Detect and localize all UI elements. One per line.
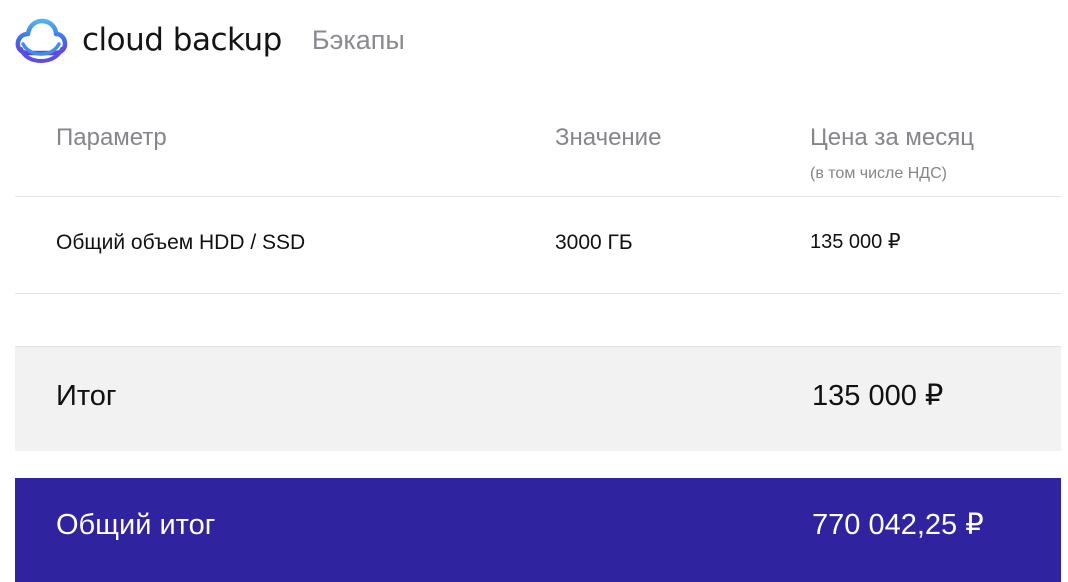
brand-name: cloud backup <box>82 21 282 58</box>
pricing-table: Параметр Значение Цена за месяц (в том ч… <box>15 110 1061 294</box>
cloud-icon <box>15 18 68 64</box>
column-header-price: Цена за месяц <box>810 124 974 151</box>
row-value: 3000 ГБ <box>555 231 633 254</box>
grand-total-label: Общий итог <box>56 509 216 541</box>
grand-total-value: 770 042,25 ₽ <box>812 509 984 541</box>
page-title: Бэкапы <box>311 24 405 55</box>
table-row: Общий объем HDD / SSD 3000 ГБ 135 000 ₽ <box>15 197 1061 294</box>
app-header: cloud backup Бэкапы <box>14 12 405 68</box>
column-header-param: Параметр <box>56 124 167 151</box>
row-param: Общий объем HDD / SSD <box>56 231 306 254</box>
table-header: Параметр Значение Цена за месяц (в том ч… <box>15 110 1061 197</box>
row-price: 135 000 ₽ <box>810 231 901 253</box>
column-header-price-note: (в том числе НДС) <box>810 165 947 182</box>
logo[interactable]: cloud backup <box>14 13 282 67</box>
subtotal-row: Итог 135 000 ₽ <box>15 346 1061 451</box>
subtotal-value: 135 000 ₽ <box>812 380 944 412</box>
column-header-value: Значение <box>555 124 662 151</box>
grand-total-row: Общий итог 770 042,25 ₽ <box>15 478 1061 582</box>
subtotal-label: Итог <box>56 380 117 412</box>
